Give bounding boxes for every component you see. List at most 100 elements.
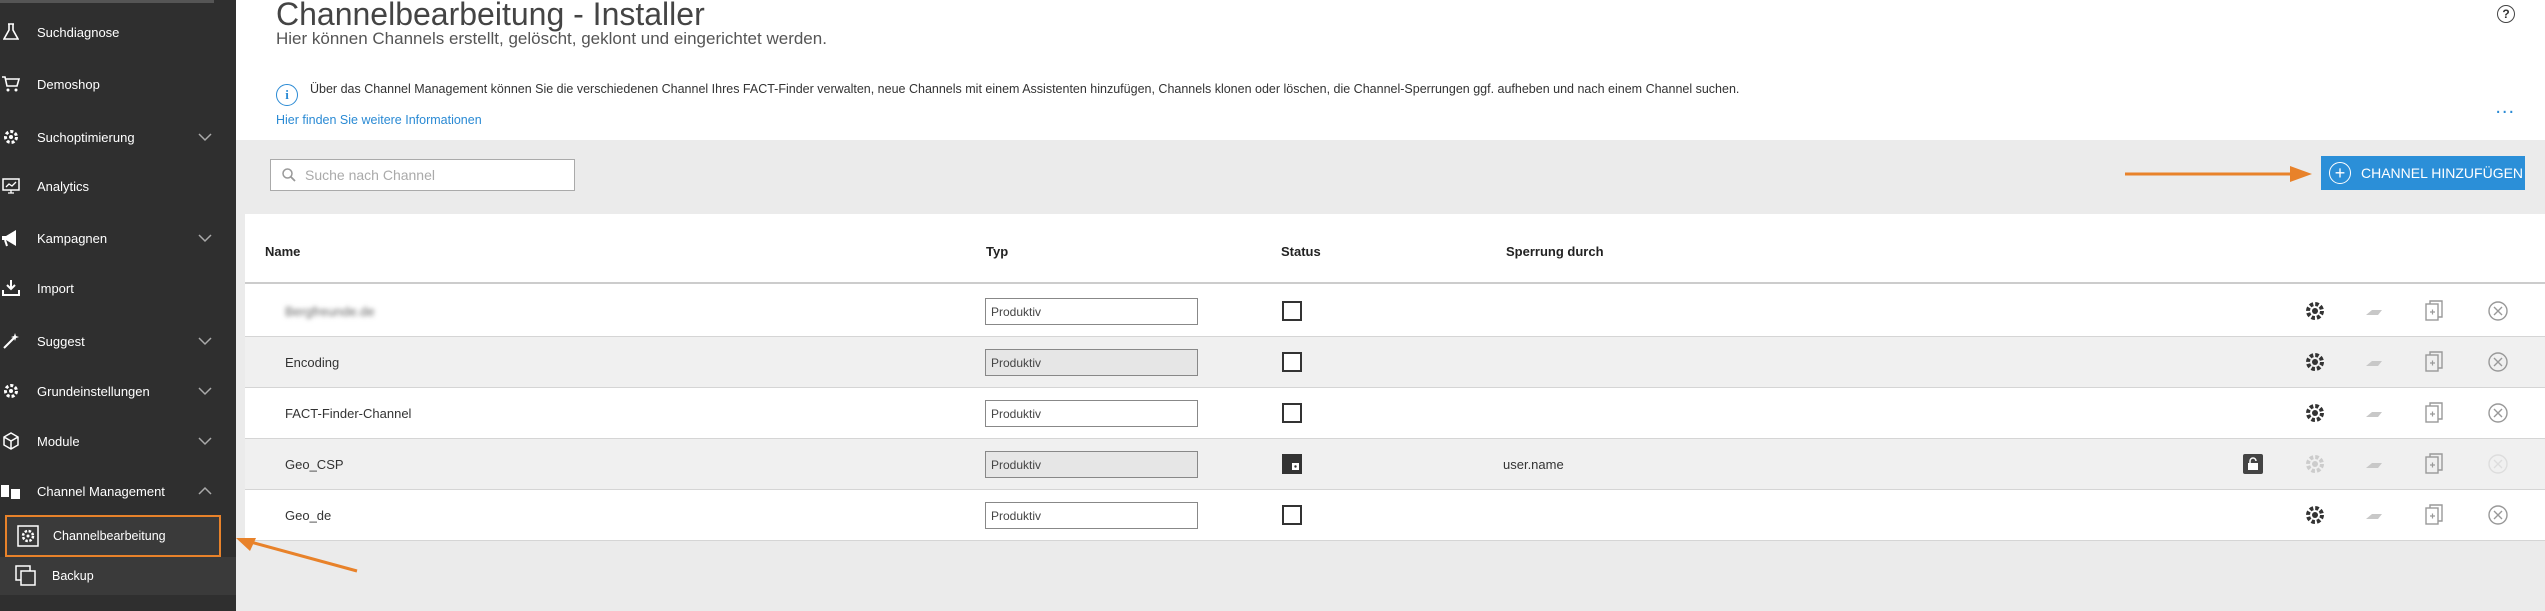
help-icon[interactable]: ? [2497,5,2515,23]
copy-icon[interactable] [2422,401,2446,425]
gear-icon [0,380,22,402]
chart-icon [0,175,22,197]
copy-icon[interactable] [2422,350,2446,374]
sidebar-item-label: Suchoptimierung [37,129,135,145]
sidebar-subitem-backup[interactable]: Backup [0,557,236,595]
sidebar-item-suchoptimierung[interactable]: Suchoptimierung [0,117,236,157]
unlock-icon[interactable] [2362,299,2386,323]
status-checkbox[interactable] [1282,301,1302,321]
copy-icon[interactable] [2422,299,2446,323]
chevron-down-icon [198,337,212,346]
settings-icon [2303,452,2327,476]
status-checkbox[interactable] [1282,352,1302,372]
search-icon [282,168,296,182]
chevron-down-icon [198,387,212,396]
sidebar-item-kampagnen[interactable]: Kampagnen [0,218,236,258]
info-icon: i [276,84,298,106]
channel-type-field[interactable]: Produktiv [985,502,1198,529]
sidebar-item-module[interactable]: Module [0,421,236,461]
flask-icon [0,21,22,43]
sidebar: Suchdiagnose Demoshop Suchoptimierung An… [0,0,236,611]
channel-table: Name Typ Status Sperrung durch Bergfreun… [245,214,2545,541]
status-checkbox[interactable] [1282,403,1302,423]
chevron-up-icon [198,486,212,495]
unlock-icon[interactable] [2362,350,2386,374]
sidebar-top-divider [0,0,214,3]
channel-icon [0,480,22,502]
unlock-icon[interactable] [2362,401,2386,425]
channel-name: Geo_CSP [285,457,344,472]
gear-icon [0,126,22,148]
settings-icon[interactable] [2303,350,2327,374]
delete-icon [2486,452,2510,476]
table-row[interactable]: Geo_CSP Produktiv user.name [245,439,2545,490]
unlock-icon[interactable] [2362,503,2386,527]
info-text: Über das Channel Management können Sie d… [310,82,1740,96]
cart-icon [0,73,22,95]
sidebar-item-label: Channel Management [37,483,165,499]
sidebar-item-label: Kampagnen [37,230,108,246]
more-info-link[interactable]: Hier finden Sie weitere Informationen [276,113,482,127]
channel-type-field[interactable]: Produktiv [985,400,1198,427]
status-checkbox[interactable] [1282,505,1302,525]
table-row[interactable]: Bergfreunde.de Produktiv [245,286,2545,337]
table-row[interactable]: FACT-Finder-Channel Produktiv [245,388,2545,439]
more-options-icon[interactable]: ... [2495,96,2515,119]
megaphone-icon [0,227,22,249]
delete-icon[interactable] [2486,350,2510,374]
sidebar-item-import[interactable]: Import [0,268,236,308]
column-header-sperrung[interactable]: Sperrung durch [1506,244,1604,259]
table-header: Name Typ Status Sperrung durch [245,214,2545,284]
sidebar-item-suggest[interactable]: Suggest [0,321,236,361]
sidebar-item-label: Analytics [37,178,90,194]
search-box[interactable] [270,159,575,191]
channel-name: Geo_de [285,508,332,523]
search-input[interactable] [305,167,565,183]
delete-icon[interactable] [2486,401,2510,425]
unlock-icon[interactable] [2362,452,2386,476]
settings-icon[interactable] [2303,401,2327,425]
sidebar-item-channel-management[interactable]: Channel Management [0,471,236,511]
channel-type-field[interactable]: Produktiv [985,298,1198,325]
settings-icon[interactable] [2303,503,2327,527]
chevron-down-icon [198,234,212,243]
add-channel-button[interactable]: + CHANNEL HINZUFÜGEN [2321,156,2525,190]
sidebar-item-label: Grundeinstellungen [37,383,150,399]
table-row[interactable]: Encoding Produktiv [245,337,2545,388]
suggest-icon [0,330,22,352]
column-header-typ[interactable]: Typ [986,244,1008,259]
backup-icon [14,564,38,588]
sidebar-item-label: Demoshop [37,76,100,92]
sidebar-subitem-label: Channelbearbeitung [53,529,166,543]
copy-icon[interactable] [2422,503,2446,527]
add-channel-label: CHANNEL HINZUFÜGEN [2361,165,2524,181]
table-row[interactable]: Geo_de Produktiv [245,490,2545,541]
sidebar-item-label: Import [37,280,74,296]
sidebar-item-analytics[interactable]: Analytics [0,166,236,206]
column-header-status[interactable]: Status [1281,244,1321,259]
sidebar-item-demoshop[interactable]: Demoshop [0,64,236,104]
channel-type-field[interactable]: Produktiv [985,451,1198,478]
sidebar-item-label: Suggest [37,333,85,349]
status-locked-icon [1282,454,1302,474]
copy-icon[interactable] [2422,452,2446,476]
channel-name: FACT-Finder-Channel [285,406,412,421]
locked-by: user.name [1503,457,1564,472]
channel-name: Encoding [285,355,340,370]
chevron-down-icon [198,437,212,446]
channel-type-field[interactable]: Produktiv [985,349,1198,376]
lock-icon[interactable] [2243,454,2263,474]
delete-icon[interactable] [2486,299,2510,323]
column-header-name[interactable]: Name [265,244,300,259]
page-header: Channelbearbeitung - Installer Hier könn… [236,0,2545,140]
sidebar-item-suchdiagnose[interactable]: Suchdiagnose [0,12,236,52]
settings-icon[interactable] [2303,299,2327,323]
sidebar-subitem-channelbearbeitung[interactable]: Channelbearbeitung [5,515,221,557]
channel-edit-icon [16,524,40,548]
chevron-down-icon [198,133,212,142]
sidebar-item-grundeinstellungen[interactable]: Grundeinstellungen [0,371,236,411]
annotation-arrow-sidebar [236,538,358,573]
delete-icon[interactable] [2486,503,2510,527]
sidebar-item-label: Suchdiagnose [37,24,120,40]
sidebar-item-label: Module [37,433,80,449]
